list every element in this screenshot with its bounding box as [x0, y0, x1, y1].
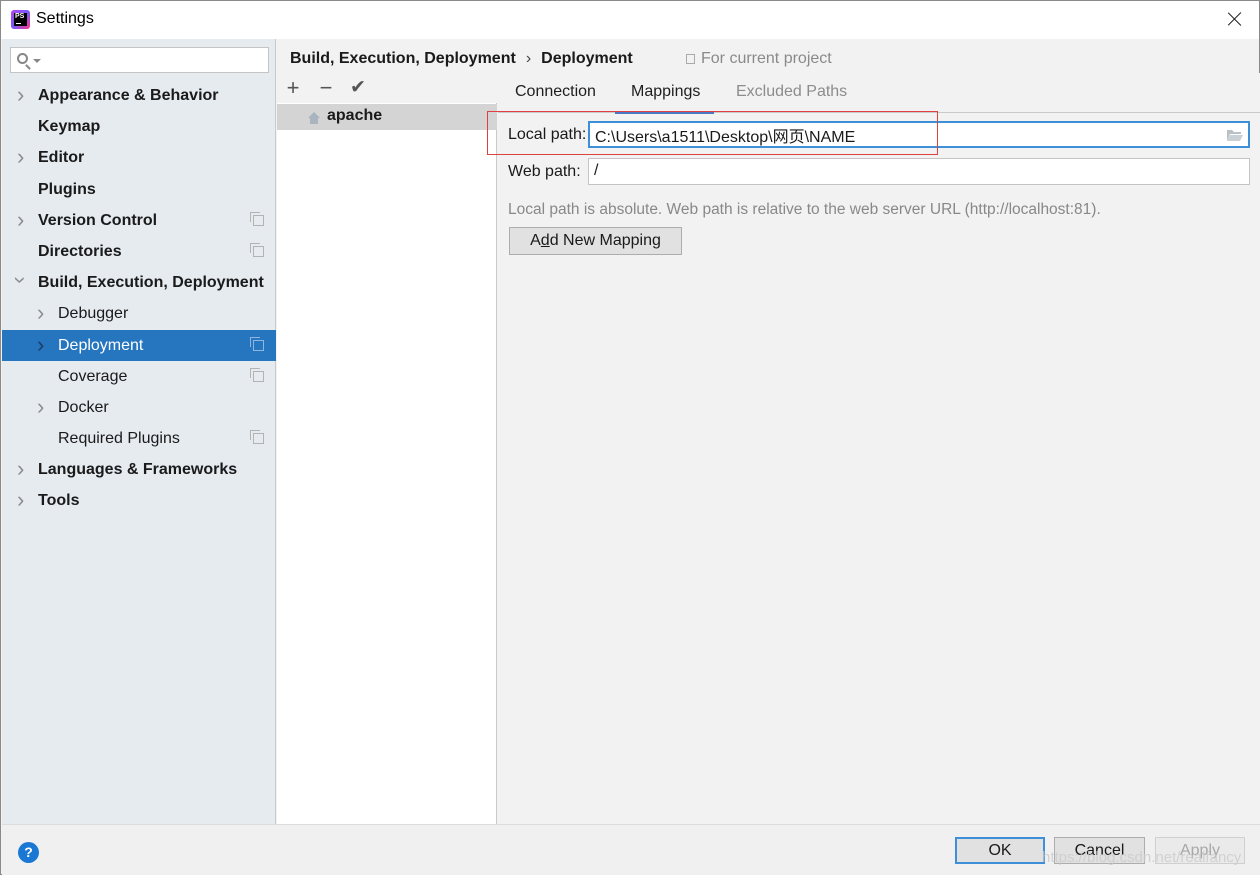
sidebar-item-label: Coverage: [58, 367, 128, 385]
add-mapping-label-suffix: d New Mapping: [549, 232, 661, 249]
breadcrumb-parent[interactable]: Build, Execution, Deployment: [290, 50, 516, 67]
scope-indicator: For current project: [686, 50, 832, 68]
sidebar-item-build-execution-deployment[interactable]: Build, Execution, Deployment: [2, 267, 276, 298]
phpstorm-icon: PS: [11, 10, 30, 29]
dialog-footer: ? OK Cancel Apply https://blog.csdn.net/…: [2, 824, 1260, 875]
sidebar-item-label: Docker: [58, 398, 109, 416]
breadcrumb-current: Deployment: [541, 50, 633, 67]
add-mapping-label-prefix: A: [530, 232, 541, 249]
tab-mappings[interactable]: Mappings: [614, 83, 715, 114]
app-icon-text: PS: [14, 13, 27, 26]
server-list-panel: + − ✔ apache: [277, 73, 497, 824]
settings-sidebar: Appearance & Behavior Keymap Editor Plugins…: [2, 39, 276, 824]
sidebar-item-label: Plugins: [38, 180, 96, 198]
sidebar-item-label: Version Control: [38, 211, 158, 229]
sidebar-item-label: Languages & Frameworks: [38, 461, 238, 479]
tab-connection[interactable]: Connection: [515, 83, 596, 101]
sidebar-item-label: Debugger: [58, 305, 129, 323]
chevron-right-icon[interactable]: [17, 80, 29, 111]
project-scope-icon: [250, 211, 264, 226]
web-path-input[interactable]: [594, 159, 1194, 182]
project-scope-icon: [250, 336, 264, 351]
apply-button[interactable]: Apply: [1155, 837, 1245, 864]
local-path-field[interactable]: [588, 121, 1250, 148]
project-scope-icon: [686, 54, 695, 64]
chevron-right-icon[interactable]: [37, 330, 49, 361]
search-input[interactable]: [45, 50, 265, 70]
add-server-button[interactable]: +: [282, 77, 304, 99]
tab-excluded-paths[interactable]: Excluded Paths: [736, 83, 847, 101]
sidebar-item-coverage[interactable]: Coverage: [2, 361, 276, 392]
sidebar-item-label: Directories: [38, 242, 122, 260]
project-scope-icon: [250, 430, 264, 445]
add-new-mapping-button[interactable]: Add New Mapping: [509, 227, 682, 255]
window-title: Settings: [36, 10, 94, 27]
folder-browse-icon[interactable]: [1226, 128, 1244, 142]
search-icon: [17, 53, 28, 64]
sidebar-item-label: Deployment: [58, 336, 144, 354]
sidebar-item-required-plugins[interactable]: Required Plugins: [2, 423, 276, 454]
ok-button[interactable]: OK: [955, 837, 1045, 864]
cancel-button[interactable]: Cancel: [1054, 837, 1145, 864]
server-item-apache[interactable]: apache: [277, 104, 497, 130]
sidebar-item-tools[interactable]: Tools: [2, 485, 276, 516]
chevron-right-icon[interactable]: [37, 392, 49, 423]
sidebar-item-debugger[interactable]: Debugger: [2, 298, 276, 329]
sidebar-item-appearance-behavior[interactable]: Appearance & Behavior: [2, 80, 276, 111]
set-default-server-button[interactable]: ✔: [347, 77, 369, 99]
sidebar-item-label: Editor: [38, 149, 85, 167]
breadcrumb-separator: ›: [525, 50, 532, 67]
web-path-label: Web path:: [508, 163, 581, 180]
add-mapping-mnemonic: d: [540, 232, 550, 249]
home-icon: [308, 112, 320, 124]
sidebar-item-deployment[interactable]: Deployment: [2, 329, 276, 361]
sidebar-item-label: Keymap: [38, 118, 101, 136]
breadcrumb: Build, Execution, Deployment › Deployment: [290, 50, 633, 68]
sidebar-item-plugins[interactable]: Plugins: [2, 174, 276, 205]
chevron-right-icon[interactable]: [17, 454, 29, 485]
sidebar-item-docker[interactable]: Docker: [2, 392, 276, 423]
chevron-right-icon[interactable]: [17, 142, 29, 173]
server-toolbar: + − ✔: [277, 73, 497, 103]
title-bar: PS Settings: [1, 1, 1259, 39]
scope-label: For current project: [701, 50, 832, 67]
sidebar-item-label: Build, Execution, Deployment: [38, 274, 264, 292]
local-path-input[interactable]: [595, 123, 1195, 146]
help-icon[interactable]: ?: [18, 842, 39, 863]
chevron-right-icon[interactable]: [37, 298, 49, 329]
chevron-right-icon[interactable]: [17, 485, 29, 516]
web-path-field[interactable]: [588, 158, 1250, 185]
mapping-hint: Local path is absolute. Web path is rela…: [508, 201, 1101, 218]
deployment-content: Connection Mappings Excluded Paths Local…: [498, 73, 1260, 824]
sidebar-item-directories[interactable]: Directories: [2, 236, 276, 267]
local-path-label: Local path:: [508, 126, 587, 143]
sidebar-item-keymap[interactable]: Keymap: [2, 111, 276, 142]
sidebar-item-label: Tools: [38, 492, 80, 510]
sidebar-item-editor[interactable]: Editor: [2, 142, 276, 173]
sidebar-item-version-control[interactable]: Version Control: [2, 205, 276, 236]
project-scope-icon: [250, 367, 264, 382]
project-scope-icon: [250, 242, 264, 257]
sidebar-item-label: Appearance & Behavior: [38, 87, 219, 104]
server-name: apache: [327, 107, 383, 124]
settings-tree: Appearance & Behavior Keymap Editor Plugins…: [2, 80, 276, 517]
remove-server-button[interactable]: −: [315, 77, 337, 99]
sidebar-item-label: Required Plugins: [58, 430, 180, 448]
chevron-right-icon[interactable]: [17, 205, 29, 236]
chevron-down-icon[interactable]: [17, 267, 29, 298]
sidebar-item-languages-frameworks[interactable]: Languages & Frameworks: [2, 454, 276, 485]
settings-dialog: PS Settings Appearance & Behavior Keymap E…: [0, 0, 1260, 875]
close-icon[interactable]: [1225, 9, 1245, 29]
deployment-tabs: Connection Mappings Excluded Paths: [498, 73, 1260, 114]
search-field[interactable]: [10, 47, 269, 73]
search-options-dropdown-icon[interactable]: [33, 59, 41, 63]
